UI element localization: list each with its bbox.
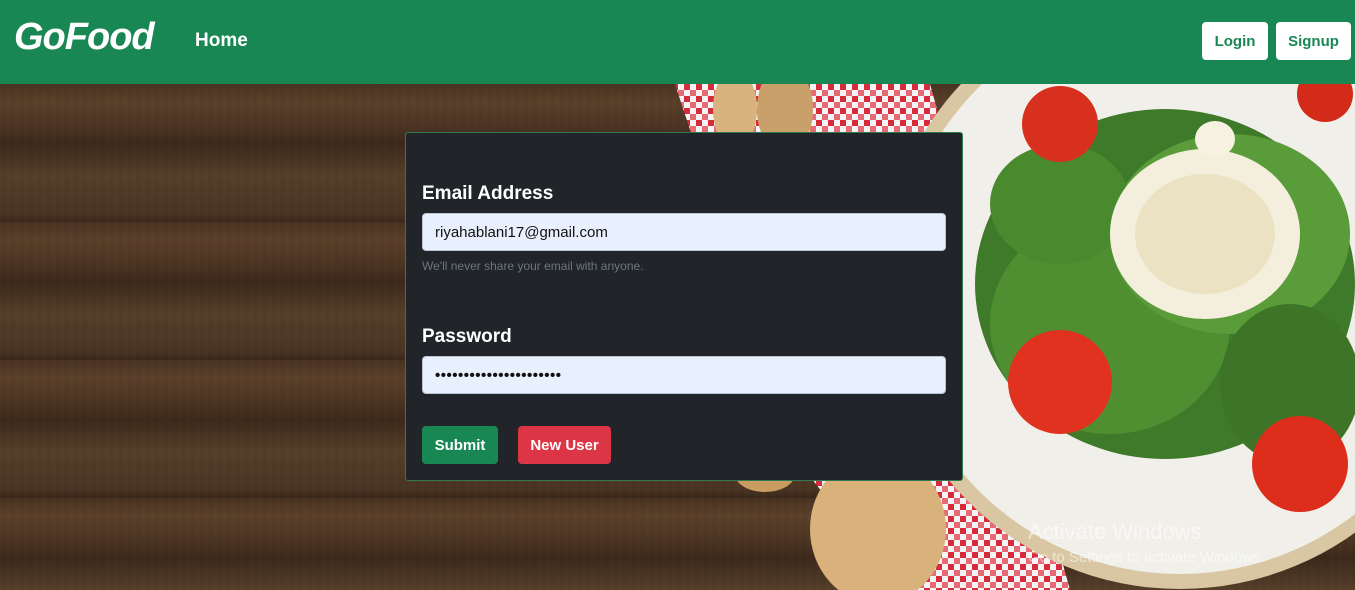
signup-button[interactable]: Signup — [1276, 22, 1351, 60]
watermark-subtitle: Go to Settings to activate Windows. — [1028, 549, 1265, 566]
new-user-button[interactable]: New User — [518, 426, 611, 464]
nav-home-link[interactable]: Home — [195, 30, 248, 52]
password-input-value: •••••••••••••••••••••• — [435, 366, 562, 384]
email-help-text: We'll never share your email with anyone… — [422, 259, 644, 273]
brand-logo[interactable]: GoFood — [14, 16, 155, 59]
login-button[interactable]: Login — [1202, 22, 1268, 60]
submit-button[interactable]: Submit — [422, 426, 498, 464]
watermark-title: Activate Windows — [1028, 519, 1202, 544]
email-input[interactable]: riyahablani17@gmail.com — [422, 213, 946, 251]
activate-windows-watermark: Activate Windows Go to Settings to activ… — [1028, 519, 1265, 566]
password-label: Password — [422, 326, 512, 347]
login-form-card: Email Address riyahablani17@gmail.com We… — [405, 132, 963, 481]
navbar: GoFood Home Login Signup — [0, 0, 1355, 84]
email-label: Email Address — [422, 183, 554, 204]
email-input-value: riyahablani17@gmail.com — [435, 223, 608, 241]
password-input[interactable]: •••••••••••••••••••••• — [422, 356, 946, 394]
